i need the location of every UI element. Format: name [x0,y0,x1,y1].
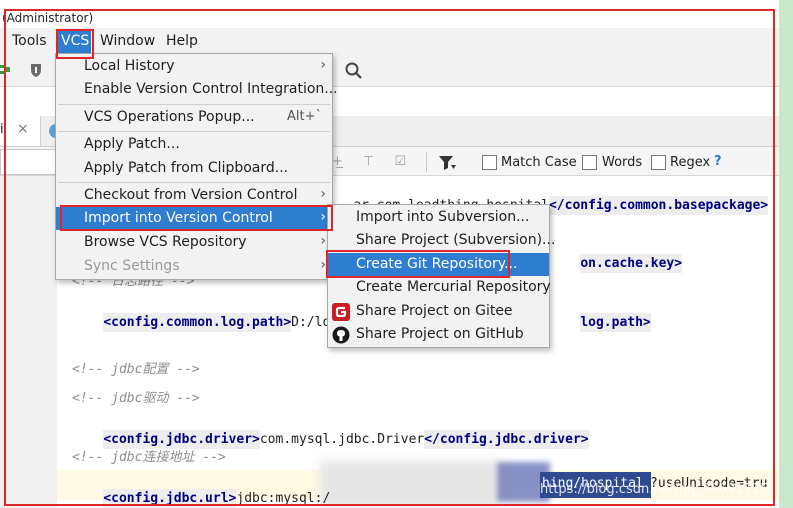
annotation-import [60,205,333,231]
ide-window: (Administrator) Tools VCS Window Help il… [0,0,779,508]
annotation-create-git [326,250,510,278]
annotation-vcs [56,29,94,59]
